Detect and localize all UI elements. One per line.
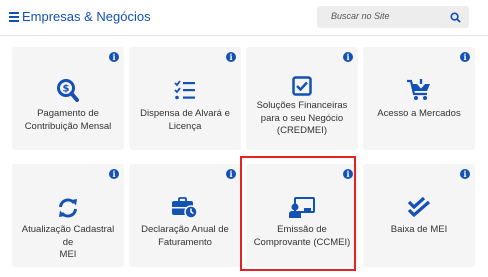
card-label-line: Baixa de MEI [390, 224, 448, 235]
info-icon[interactable]: i [460, 169, 470, 179]
card-mercados[interactable]: i Acesso a Mercados [363, 47, 475, 150]
briefcase-clock-icon [172, 197, 198, 219]
card-label-line: para o seu Negócio [260, 112, 344, 124]
card-label-line: Atualização Cadastral de [21, 224, 115, 248]
card-pagamento[interactable]: i $ Pagamento de Contribuição Mensal [12, 47, 124, 150]
card-credmei[interactable]: i Soluções Financeiras para o seu Negóci… [246, 47, 358, 150]
card-atualizacao[interactable]: i Atualização Cadastral de MEI [12, 164, 124, 267]
checklist-icon [174, 80, 195, 100]
info-icon[interactable]: i [343, 52, 353, 62]
checkbox-icon [292, 76, 312, 96]
card-label-line: Declaração Anual de [141, 224, 229, 235]
cart-download-icon [407, 79, 430, 100]
menu-icon[interactable] [9, 12, 19, 22]
sync-icon [59, 198, 77, 218]
header: Empresas & Negócios Buscar no Site [0, 0, 488, 34]
card-declaracao[interactable]: i Declaração Anual de Faturamento [129, 164, 241, 267]
card-label-line: Licença [168, 120, 202, 132]
card-label-line: (CREDMEI) [276, 125, 328, 136]
selection-highlight [240, 156, 356, 271]
info-icon[interactable]: i [109, 52, 119, 62]
info-icon[interactable]: i [226, 169, 236, 179]
search-box[interactable]: Buscar no Site [317, 6, 469, 28]
info-icon[interactable]: i [109, 169, 119, 179]
search-input[interactable]: Buscar no Site [331, 11, 390, 21]
card-label-line: Pagamento de [37, 108, 99, 119]
info-icon[interactable]: i [226, 52, 236, 62]
card-label-line: Contribuição Mensal [24, 120, 112, 132]
card-label-line: Dispensa de Alvará e [140, 108, 230, 119]
card-label-line: Faturamento [158, 236, 212, 248]
svg-text:$: $ [63, 84, 70, 95]
card-label-line: MEI [59, 249, 77, 260]
info-icon[interactable]: i [460, 52, 470, 62]
page-title: Empresas & Negócios [22, 9, 151, 24]
search-dollar-icon: $ [57, 79, 79, 102]
card-dispensa[interactable]: i Dispensa de Alvará e Licença [129, 47, 241, 150]
header-divider [0, 35, 488, 36]
card-label-line: Soluções Financeiras [256, 100, 348, 111]
card-baixa-mei[interactable]: i Baixa de MEI [363, 164, 475, 267]
double-check-icon [407, 197, 431, 218]
card-label-line: Acesso a Mercados [377, 108, 461, 119]
search-icon[interactable] [450, 12, 461, 23]
